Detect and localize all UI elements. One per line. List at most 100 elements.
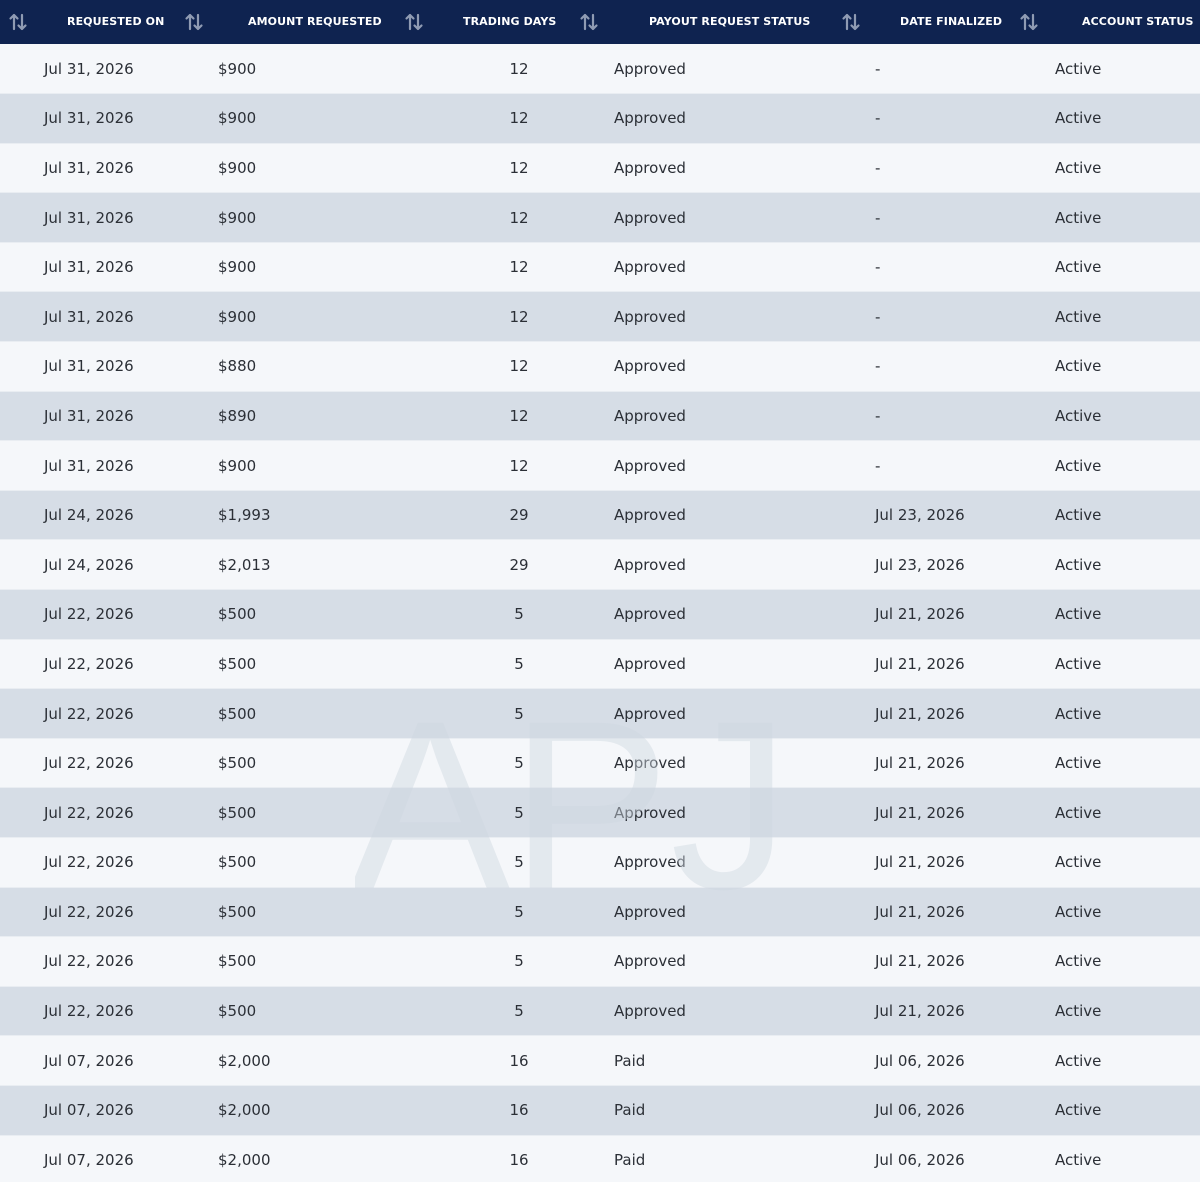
cell-account-status: Active (1019, 638, 1200, 689)
table-row[interactable]: Jul 31, 2026 $900 12 Approved - Active (0, 142, 1200, 193)
column-header-date-finalized[interactable]: DATE FINALIZED (839, 0, 1019, 44)
cell-date-finalized: Jul 21, 2026 (839, 787, 1019, 838)
cell-requested-on: Jul 24, 2026 (0, 539, 180, 590)
cell-requested-on: Jul 22, 2026 (0, 688, 180, 739)
column-header-payout-request-status[interactable]: PAYOUT REQUEST STATUS (579, 0, 839, 44)
cell-requested-on: Jul 07, 2026 (0, 1084, 180, 1136)
cell-amount-requested: $900 (180, 44, 402, 94)
cell-payout-request-status: Approved (579, 936, 839, 987)
cell-amount-requested-text: $500 (218, 704, 257, 723)
sort-arrows-icon[interactable] (6, 0, 30, 44)
cell-date-finalized: - (839, 192, 1019, 243)
cell-requested-on: Jul 31, 2026 (0, 440, 180, 491)
cell-amount-requested: $500 (180, 936, 402, 987)
cell-payout-request-status-text: Approved (614, 456, 686, 475)
table-row[interactable]: Jul 31, 2026 $900 12 Approved - Active (0, 241, 1200, 292)
sort-arrows-icon[interactable] (839, 0, 863, 44)
cell-date-finalized: Jul 23, 2026 (839, 539, 1019, 590)
cell-date-finalized: - (839, 440, 1019, 491)
sort-arrows-icon[interactable] (402, 0, 426, 44)
column-header-requested-on[interactable]: REQUESTED ON (0, 0, 180, 44)
table-row[interactable]: Jul 22, 2026 $500 5 Approved Jul 21, 2026 Act… (0, 688, 1200, 739)
cell-account-status-text: Active (1055, 952, 1102, 971)
column-header-amount-requested[interactable]: AMOUNT REQUESTED (180, 0, 402, 44)
cell-requested-on: Jul 22, 2026 (0, 787, 180, 838)
cell-account-status: Active (1019, 787, 1200, 838)
cell-payout-request-status: Approved (579, 44, 839, 94)
cell-requested-on: Jul 22, 2026 (0, 886, 180, 937)
cell-account-status-text: Active (1055, 754, 1102, 773)
column-header-account-status[interactable]: ACCOUNT STATUS (1019, 0, 1200, 44)
column-label-trading-days: TRADING DAYS (463, 15, 557, 28)
cell-account-status: Active (1019, 985, 1200, 1036)
cell-trading-days: 16 (402, 1134, 579, 1182)
table-row[interactable]: Jul 22, 2026 $500 5 Approved Jul 21, 2026 Act… (0, 886, 1200, 937)
table-row[interactable]: Jul 31, 2026 $900 12 Approved - Active (0, 93, 1200, 144)
cell-requested-on-text: Jul 07, 2026 (44, 1051, 134, 1070)
sort-arrows-icon[interactable] (182, 0, 206, 44)
table-row[interactable]: Jul 22, 2026 $500 5 Approved Jul 21, 2026 Act… (0, 737, 1200, 788)
table-row[interactable]: Jul 22, 2026 $500 5 Approved Jul 21, 2026 Act… (0, 638, 1200, 689)
cell-amount-requested-text: $500 (218, 902, 257, 921)
table-row[interactable]: Jul 31, 2026 $900 12 Approved - Active (0, 440, 1200, 491)
cell-requested-on-text: Jul 22, 2026 (44, 803, 134, 822)
cell-account-status: Active (1019, 142, 1200, 193)
cell-requested-on: Jul 31, 2026 (0, 142, 180, 193)
column-label-requested-on: REQUESTED ON (67, 15, 165, 28)
cell-trading-days: 5 (402, 589, 579, 640)
sort-arrows-icon[interactable] (577, 0, 601, 44)
table-row[interactable]: Jul 22, 2026 $500 5 Approved Jul 21, 2026 Act… (0, 589, 1200, 640)
table-row[interactable]: Jul 31, 2026 $900 12 Approved - Active (0, 192, 1200, 243)
table-row[interactable]: Jul 31, 2026 $900 12 Approved - Active (0, 44, 1200, 94)
cell-amount-requested: $900 (180, 93, 402, 144)
cell-date-finalized: Jul 23, 2026 (839, 489, 1019, 540)
cell-trading-days-text: 12 (509, 258, 529, 277)
cell-payout-request-status-text: Approved (614, 1002, 686, 1021)
table-row[interactable]: Jul 22, 2026 $500 5 Approved Jul 21, 2026 Act… (0, 787, 1200, 838)
table-row[interactable]: Jul 31, 2026 $890 12 Approved - Active (0, 390, 1200, 441)
cell-requested-on-text: Jul 24, 2026 (44, 555, 134, 574)
table-row[interactable]: Jul 22, 2026 $500 5 Approved Jul 21, 2026 Act… (0, 985, 1200, 1036)
cell-requested-on: Jul 07, 2026 (0, 1035, 180, 1086)
cell-amount-requested-text: $900 (218, 208, 257, 227)
cell-trading-days-text: 5 (514, 704, 524, 723)
cell-date-finalized: Jul 21, 2026 (839, 638, 1019, 689)
cell-requested-on: Jul 24, 2026 (0, 489, 180, 540)
cell-payout-request-status-text: Approved (614, 754, 686, 773)
cell-trading-days: 12 (402, 291, 579, 342)
cell-trading-days-text: 12 (509, 456, 529, 475)
sort-arrows-icon[interactable] (1017, 0, 1041, 44)
cell-payout-request-status: Approved (579, 341, 839, 392)
table-row[interactable]: Jul 07, 2026 $2,000 16 Paid Jul 06, 2026 Acti… (0, 1084, 1200, 1136)
cell-amount-requested: $880 (180, 341, 402, 392)
table-row[interactable]: Jul 07, 2026 $2,000 16 Paid Jul 06, 2026 Acti… (0, 1134, 1200, 1182)
cell-date-finalized: Jul 06, 2026 (839, 1084, 1019, 1136)
cell-trading-days-text: 12 (509, 158, 529, 177)
cell-payout-request-status-text: Approved (614, 605, 686, 624)
cell-date-finalized: - (839, 341, 1019, 392)
cell-date-finalized-text: Jul 21, 2026 (875, 902, 965, 921)
cell-payout-request-status: Approved (579, 787, 839, 838)
payouts-table: REQUESTED ON AMOUNT REQUESTED TRADING DA… (0, 0, 1200, 1182)
table-row[interactable]: Jul 22, 2026 $500 5 Approved Jul 21, 2026 Act… (0, 936, 1200, 987)
cell-trading-days: 12 (402, 241, 579, 292)
cell-requested-on-text: Jul 22, 2026 (44, 654, 134, 673)
cell-payout-request-status: Approved (579, 837, 839, 888)
table-row[interactable]: Jul 22, 2026 $500 5 Approved Jul 21, 2026 Act… (0, 837, 1200, 888)
table-row[interactable]: Jul 31, 2026 $900 12 Approved - Active (0, 291, 1200, 342)
cell-amount-requested: $2,013 (180, 539, 402, 590)
table-row[interactable]: Jul 24, 2026 $1,993 29 Approved Jul 23, 2026… (0, 489, 1200, 540)
table-row[interactable]: Jul 07, 2026 $2,000 16 Paid Jul 06, 2026 Acti… (0, 1035, 1200, 1086)
cell-account-status: Active (1019, 440, 1200, 491)
cell-trading-days: 29 (402, 489, 579, 540)
table-row[interactable]: Jul 24, 2026 $2,013 29 Approved Jul 23, 2026… (0, 539, 1200, 590)
cell-account-status-text: Active (1055, 803, 1102, 822)
cell-date-finalized: Jul 21, 2026 (839, 985, 1019, 1036)
cell-payout-request-status-text: Approved (614, 803, 686, 822)
cell-payout-request-status-text: Approved (614, 59, 686, 78)
column-header-trading-days[interactable]: TRADING DAYS (402, 0, 579, 44)
table-row[interactable]: Jul 31, 2026 $880 12 Approved - Active (0, 341, 1200, 392)
cell-trading-days: 5 (402, 886, 579, 937)
cell-requested-on-text: Jul 31, 2026 (44, 59, 134, 78)
cell-amount-requested-text: $1,993 (218, 506, 271, 525)
